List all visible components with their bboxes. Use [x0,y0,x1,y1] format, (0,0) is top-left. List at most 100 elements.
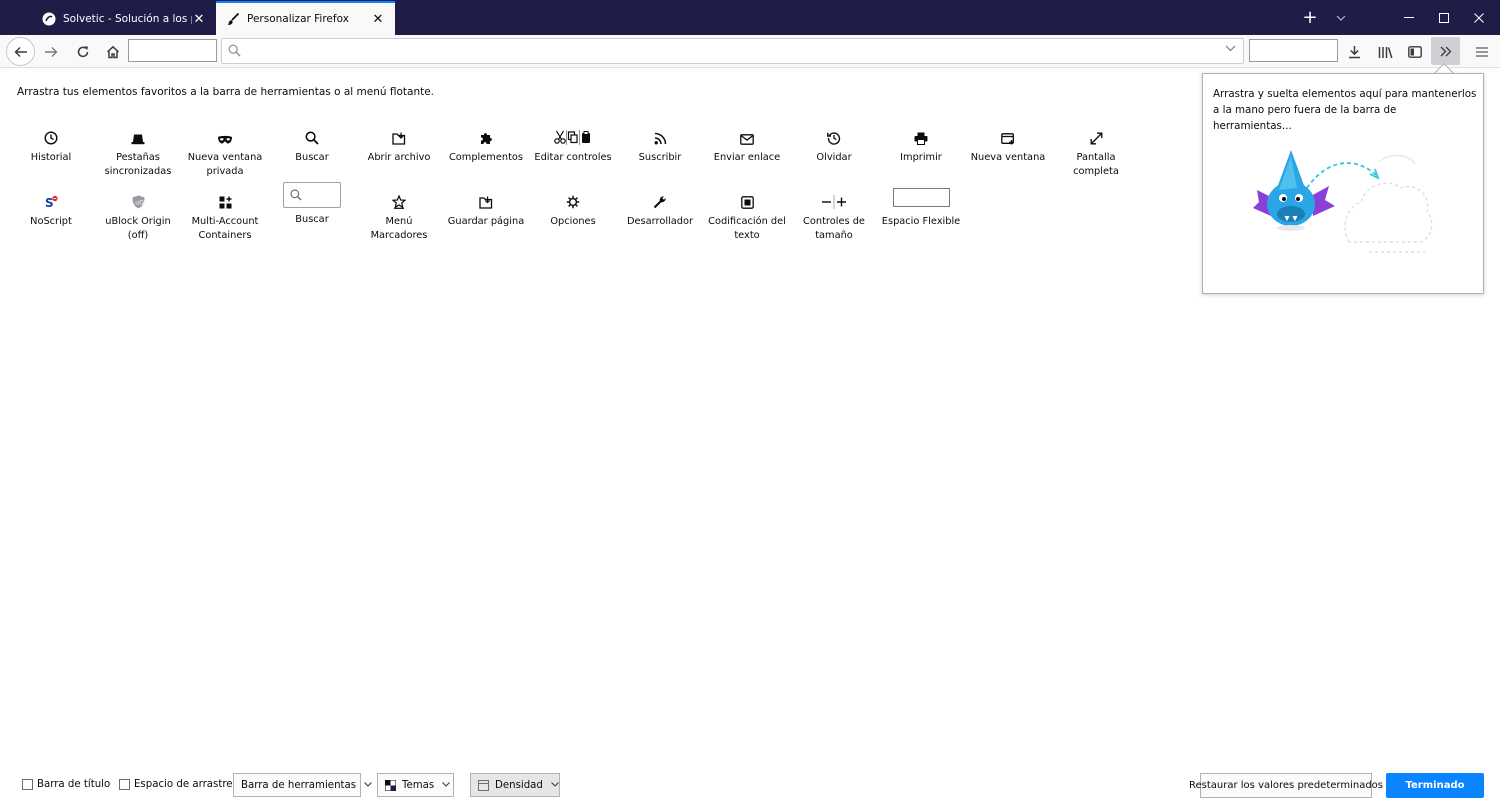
library-icon[interactable] [1371,38,1399,66]
checkbox-box[interactable] [119,779,130,790]
sidebar-icon[interactable] [1401,38,1429,66]
forget-icon [827,123,841,145]
home-icon[interactable] [99,38,127,66]
palette-item-zoom-controls[interactable]: Controles de tamaño [791,187,877,243]
navigation-toolbar [0,35,1500,68]
tab-solvetic[interactable]: Solvetic - Solución a los proble ✕ [32,3,216,35]
palette-item-label: Multi-Account Containers [191,216,259,241]
palette-item-label: uBlock Origin (off) [105,216,171,241]
url-history-dropdown-icon[interactable] [1225,44,1236,55]
new-tab-plus-icon[interactable]: + [1296,0,1324,35]
palette-item-label: Historial [30,152,72,163]
palette-item-fullscreen[interactable]: Pantalla completa [1053,123,1139,179]
palette-item-label: Complementos [448,152,524,163]
palette-item-multi-account-containers[interactable]: Multi-Account Containers [182,187,268,243]
svg-text:uO: uO [135,199,144,206]
flexible-space-placeholder[interactable] [1249,39,1338,62]
palette-item-print[interactable]: Imprimir [878,123,964,165]
checkbox-box[interactable] [22,779,33,790]
checkbox-label: Barra de título [37,779,111,790]
containers-icon [219,187,232,209]
restore-defaults-button[interactable]: Restaurar los valores predeterminados [1189,773,1383,798]
close-tab-icon[interactable]: ✕ [192,12,206,26]
palette-item-email-link[interactable]: Enviar enlace [704,123,790,165]
palette-item-label: Imprimir [900,152,942,163]
palette-item-label: Buscar [295,214,329,225]
back-arrow-icon[interactable] [6,37,35,66]
palette-item-search-field[interactable]: Buscar [269,182,355,227]
hamburger-menu-icon[interactable] [1468,38,1496,66]
close-window-icon[interactable] [1457,0,1500,35]
text-encoding-icon [740,187,754,209]
forward-arrow-icon[interactable] [37,38,65,66]
palette-item-save-page[interactable]: Guardar página [443,187,529,229]
puzzle-icon [479,123,493,145]
themes-dropdown[interactable]: Temas [377,773,454,797]
new-window-icon [1001,123,1015,145]
dropdown-label: Barra de herramientas [241,779,357,791]
palette-item-label: Desarrollador [626,216,694,227]
flexible-space-placeholder[interactable] [128,39,217,62]
palette-item-label: Espacio Flexible [881,216,961,227]
clock-icon [44,123,58,145]
overflow-menu-chevrons-icon[interactable] [1431,37,1460,65]
downloads-icon[interactable] [1340,38,1368,66]
reload-icon[interactable] [69,38,97,66]
paintbrush-icon [226,12,240,26]
palette-item-label: Enviar enlace [713,152,781,163]
chevron-down-icon [356,780,372,790]
palette-item-flexible-space[interactable]: Espacio Flexible [878,187,964,229]
palette-item-text-encoding[interactable]: Codificación del texto [704,187,790,243]
palette-item-edit-controls[interactable]: Editar controles [530,123,616,165]
flexible-space-icon [892,187,950,209]
search-field-icon [283,182,341,208]
list-all-tabs-chevron-icon[interactable] [1328,0,1354,35]
dropdown-label: Temas [402,779,435,791]
palette-item-label: Pantalla completa [1073,152,1119,177]
palette-item-private-window[interactable]: Nueva ventana privada [182,123,268,179]
palette-item-label: Pestañas sincronizadas [104,152,172,177]
titlebar-checkbox[interactable]: Barra de título [22,779,110,790]
palette-item-label: Guardar página [447,216,525,227]
tab-title: Solvetic - Solución a los proble [63,13,192,25]
density-icon [478,779,489,791]
palette-item-noscript[interactable]: S NoScript [8,187,94,229]
palette-item-subscribe[interactable]: Suscribir [617,123,703,165]
palette-item-label: Nueva ventana privada [187,152,263,177]
dropdown-label: Densidad [495,779,543,791]
done-button[interactable]: Terminado [1386,773,1484,798]
printer-icon [914,123,928,145]
overflow-panel[interactable]: Arrastra y suelta elementos aquí para ma… [1202,73,1484,294]
dragon-illustration-icon [1249,132,1449,265]
palette-item-bookmarks-menu[interactable]: Menú Marcadores [356,187,442,243]
palette-item-label: Abrir archivo [367,152,431,163]
search-icon [228,44,241,60]
tab-strip: Solvetic - Solución a los proble ✕ Perso… [0,0,1500,35]
palette-item-options[interactable]: Opciones [530,187,616,229]
overflow-panel-hint: Arrastra y suelta elementos aquí para ma… [1213,88,1477,132]
palette-item-label: Editar controles [534,152,612,163]
close-tab-icon[interactable]: ✕ [371,12,385,26]
palette-item-ublock-origin[interactable]: uO uBlock Origin (off) [95,187,181,243]
zoom-controls-icon [821,187,847,209]
gear-icon [566,187,580,209]
palette-item-search[interactable]: Buscar [269,123,355,165]
palette-item-new-window[interactable]: Nueva ventana [965,123,1051,165]
palette-item-developer[interactable]: Desarrollador [617,187,703,229]
palette-item-open-file[interactable]: Abrir archivo [356,123,442,165]
palette-item-history[interactable]: Historial [8,123,94,165]
palette-item-addons[interactable]: Complementos [443,123,529,165]
ublock-icon: uO [132,187,145,209]
url-bar[interactable] [221,38,1244,64]
synced-tabs-icon [131,123,145,145]
palette-item-label: Menú Marcadores [370,216,428,241]
palette-item-synced-tabs[interactable]: Pestañas sincronizadas [95,123,181,179]
palette-item-label: Nueva ventana [970,152,1046,163]
dragspace-checkbox[interactable]: Espacio de arrastre [119,779,233,790]
bookmark-star-icon [392,187,406,209]
palette-item-forget[interactable]: Olvidar [791,123,877,165]
tab-customize-firefox[interactable]: Personalizar Firefox ✕ [216,1,395,35]
density-dropdown[interactable]: Densidad [470,773,560,797]
toolbars-dropdown[interactable]: Barra de herramientas [233,773,372,797]
search-icon [305,123,319,145]
